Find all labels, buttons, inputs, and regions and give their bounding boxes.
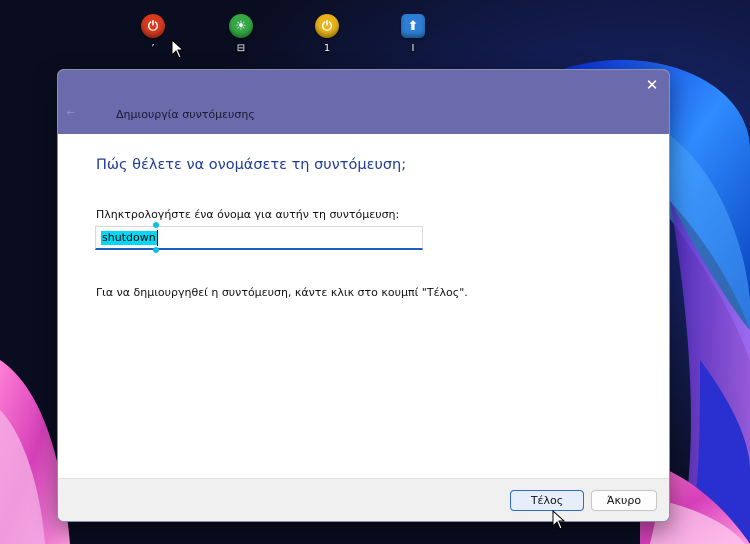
desktop-icon-label: 1 [323, 43, 331, 54]
power-icon: ⏻ [315, 14, 339, 38]
selected-text: shutdown [101, 231, 157, 245]
dialog-title: Δημιουργία συντόμευσης [116, 108, 255, 121]
desktop-icon-label: ’ [151, 43, 155, 54]
back-arrow-icon[interactable]: ← [64, 105, 78, 119]
dialog-footer: Τέλος Άκυρο [58, 478, 669, 521]
shortcut-name-input[interactable]: shutdown [95, 226, 423, 250]
desktop-icon-tool[interactable]: ☀ ⊟ [211, 14, 271, 54]
shortcut-name-label: Πληκτρολογήστε ένα όνομα για αυτήν τη συ… [96, 208, 400, 221]
finish-button[interactable]: Τέλος [510, 490, 584, 511]
power-icon: ⏻ [141, 14, 165, 38]
sun-icon: ☀ [229, 14, 253, 38]
mouse-pointer-icon [552, 510, 566, 530]
desktop-icon-update[interactable]: ⬆ I [383, 14, 443, 54]
create-shortcut-dialog: ✕ ← Δημιουργία συντόμευσης Πώς θέλετε να… [57, 69, 670, 522]
desktop-icon-label: I [411, 43, 415, 54]
desktop-icon-shutdown-1[interactable]: ⏻ 1 [297, 14, 357, 54]
text-caret [157, 230, 158, 246]
dialog-titlebar: ✕ ← Δημιουργία συντόμευσης [58, 70, 669, 134]
desktop-icon-label: ⊟ [236, 43, 246, 54]
close-icon[interactable]: ✕ [641, 74, 663, 96]
mouse-pointer-icon [171, 39, 185, 59]
upload-icon: ⬆ [401, 14, 425, 38]
page-heading: Πώς θέλετε να ονομάσετε τη συντόμευση; [96, 157, 407, 173]
cancel-button[interactable]: Άκυρο [591, 490, 657, 511]
finish-instructions: Για να δημιουργηθεί η συντόμευση, κάντε … [96, 286, 468, 299]
selection-handle-bottom[interactable] [153, 247, 159, 253]
selection-handle-top[interactable] [153, 222, 159, 228]
